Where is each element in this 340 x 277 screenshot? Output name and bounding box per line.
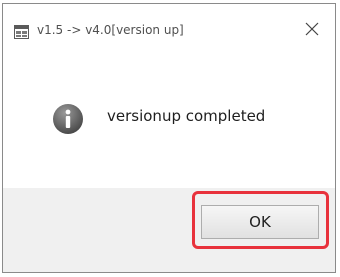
- title-bar: v1.5 -> v4.0[version up]: [3, 4, 335, 56]
- close-button[interactable]: [289, 4, 335, 56]
- window-app-icon: [14, 24, 29, 39]
- ok-button[interactable]: OK: [201, 205, 319, 239]
- window-title: v1.5 -> v4.0[version up]: [37, 23, 184, 37]
- info-icon: [52, 103, 84, 135]
- close-icon: [305, 21, 319, 40]
- message-text: versionup completed: [107, 107, 266, 125]
